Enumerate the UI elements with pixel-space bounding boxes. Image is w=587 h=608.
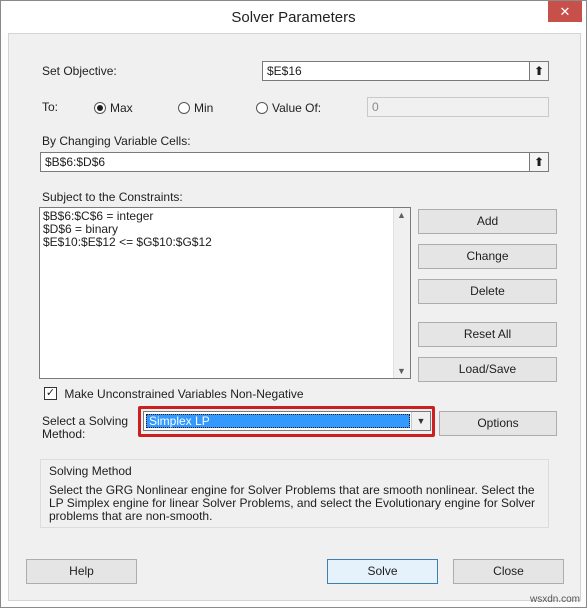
checkmark-icon[interactable]: ✓	[44, 387, 57, 401]
value-of-input[interactable]: 0	[367, 97, 549, 117]
radio-max[interactable]: Max	[94, 100, 133, 116]
solving-method-select[interactable]: Simplex LP ▼	[143, 411, 431, 431]
changing-cells-collapse-icon[interactable]: ⬆	[529, 152, 549, 172]
solving-method-group: Solving Method Select the GRG Nonlinear …	[40, 459, 549, 528]
constraints-label: Subject to the Constraints:	[42, 190, 183, 204]
help-button[interactable]: Help	[26, 559, 137, 584]
delete-button[interactable]: Delete	[418, 279, 557, 304]
constraints-list[interactable]: $B$6:$C$6 = integer $D$6 = binary $E$10:…	[39, 207, 411, 379]
solve-button[interactable]: Solve	[327, 559, 438, 584]
nonnegative-label: Make Unconstrained Variables Non-Negativ…	[64, 386, 304, 401]
changing-cells-input[interactable]: $B$6:$D$6	[40, 152, 530, 172]
window-title: Solver Parameters	[231, 9, 356, 26]
constraints-scrollbar[interactable]: ▲ ▼	[393, 208, 410, 378]
to-label: To:	[42, 100, 59, 114]
constraints-lines: $B$6:$C$6 = integer $D$6 = binary $E$10:…	[43, 210, 212, 249]
close-button[interactable]: Close	[453, 559, 564, 584]
objective-collapse-icon[interactable]: ⬆	[529, 61, 549, 81]
close-icon[interactable]: ✕	[548, 1, 582, 22]
watermark: wsxdn.com	[529, 594, 580, 605]
set-objective-input[interactable]: $E$16	[262, 61, 530, 81]
set-objective-label: Set Objective:	[42, 64, 117, 78]
radio-min[interactable]: Min	[178, 100, 213, 116]
constraint-item[interactable]: $E$10:$E$12 <= $G$10:$G$12	[43, 236, 212, 249]
options-button[interactable]: Options	[439, 411, 557, 436]
radio-value-of-dot	[256, 101, 268, 114]
radio-max-dot	[94, 101, 106, 114]
changing-cells-label: By Changing Variable Cells:	[42, 134, 191, 148]
radio-value-of-label: Value Of:	[272, 100, 322, 115]
solving-method-title: Solving Method	[49, 464, 132, 478]
change-button[interactable]: Change	[418, 244, 557, 269]
radio-min-dot	[178, 101, 190, 114]
title-bar[interactable]: Solver Parameters ✕	[1, 1, 586, 33]
method-label-line2: Method:	[42, 427, 86, 441]
radio-max-label: Max	[110, 100, 133, 115]
reset-all-button[interactable]: Reset All	[418, 322, 557, 347]
add-button[interactable]: Add	[418, 209, 557, 234]
method-label-line1: Select a Solving	[42, 414, 129, 428]
solving-method-description: Select the GRG Nonlinear engine for Solv…	[49, 483, 536, 523]
scroll-up-icon[interactable]: ▲	[397, 210, 406, 220]
radio-value-of[interactable]: Value Of:	[256, 100, 321, 116]
radio-min-label: Min	[194, 100, 214, 115]
scroll-down-icon[interactable]: ▼	[397, 366, 406, 376]
solving-method-selected: Simplex LP	[146, 414, 410, 428]
solver-parameters-dialog: Solver Parameters ✕ Set Objective: $E$16…	[0, 0, 587, 608]
chevron-down-icon[interactable]: ▼	[411, 412, 430, 430]
nonnegative-checkbox[interactable]: ✓ Make Unconstrained Variables Non-Negat…	[44, 386, 304, 401]
load-save-button[interactable]: Load/Save	[418, 357, 557, 382]
